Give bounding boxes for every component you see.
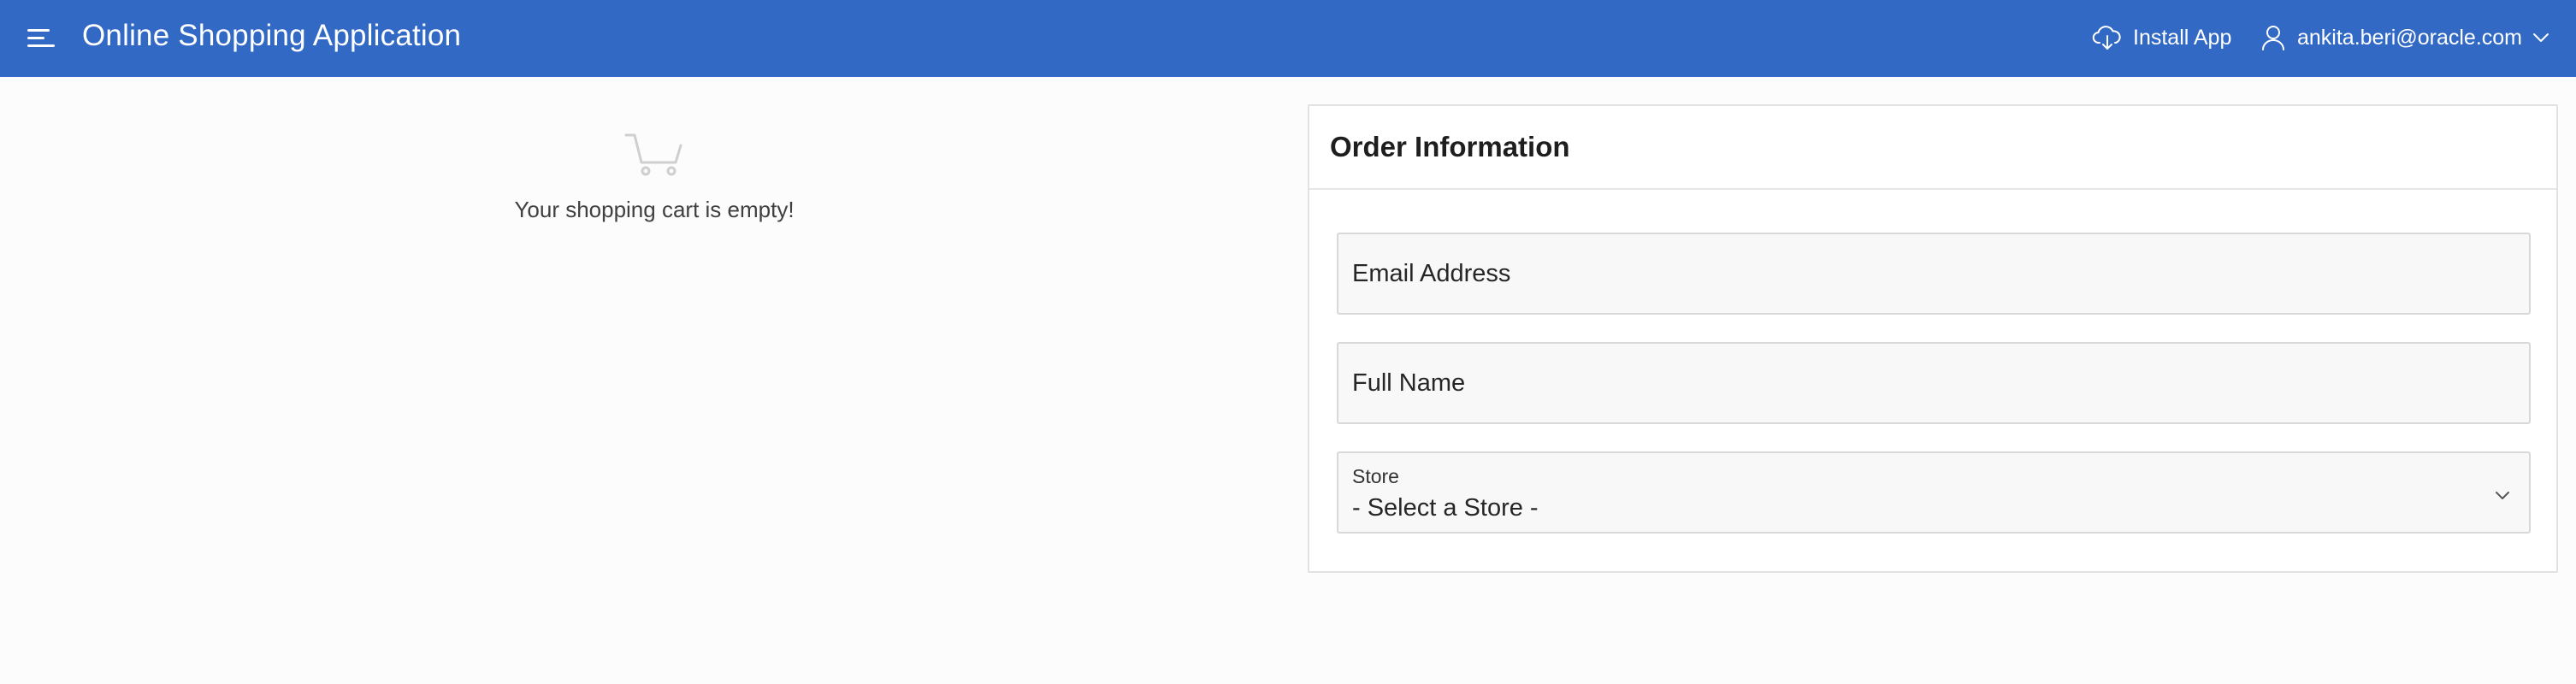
empty-cart-region: Your shopping cart is empty! [0, 128, 1309, 223]
cloud-download-icon [2092, 26, 2121, 50]
app-title[interactable]: Online Shopping Application [82, 17, 461, 55]
email-address-placeholder: Email Address [1352, 260, 1511, 287]
order-information-header: Order Information [1309, 106, 2556, 190]
empty-cart-message: Your shopping cart is empty! [514, 197, 795, 222]
store-label: Store [1352, 465, 1399, 487]
navigation-menu-button[interactable] [26, 23, 56, 54]
full-name-placeholder: Full Name [1352, 369, 1466, 397]
email-address-field[interactable]: Email Address [1337, 233, 2531, 315]
store-selected-value: - Select a Store - [1352, 494, 1539, 522]
chevron-down-icon [2532, 32, 2549, 44]
hamburger-menu-icon [27, 29, 55, 47]
chevron-down-icon [2496, 492, 2509, 499]
store-select[interactable]: Store - Select a Store - [1337, 451, 2531, 534]
user-email: ankita.beri@oracle.com [2297, 25, 2522, 50]
top-navigation-bar: Online Shopping Application Install App … [0, 0, 2576, 77]
order-information-panel: Order Information Email Address Full Nam… [1308, 104, 2558, 573]
install-app-button[interactable]: Install App [2092, 19, 2231, 56]
user-menu[interactable]: ankita.beri@oracle.com [2261, 19, 2549, 56]
install-app-label: Install App [2133, 25, 2232, 50]
shopping-cart-icon [624, 133, 682, 176]
full-name-field[interactable]: Full Name [1337, 342, 2531, 424]
order-information-title: Order Information [1330, 131, 1570, 162]
user-icon [2261, 24, 2285, 51]
